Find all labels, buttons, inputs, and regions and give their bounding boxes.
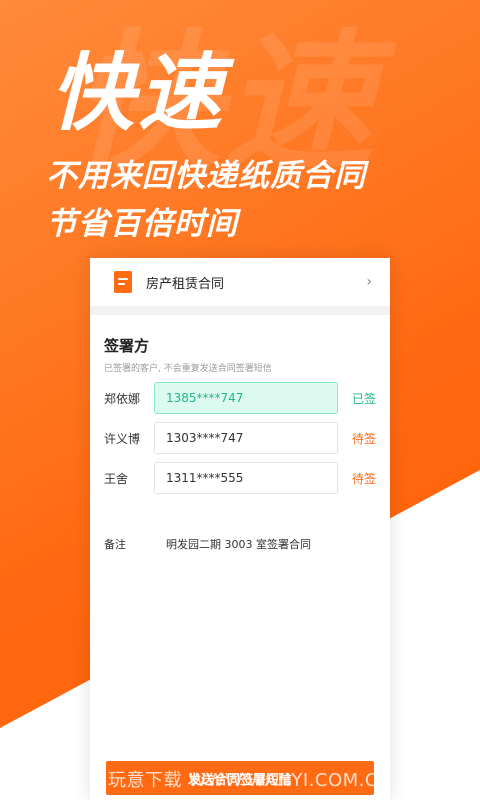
signer-phone-field[interactable]: 1303****747	[154, 422, 338, 454]
signer-row: 王舍 1311****555 待签	[104, 462, 376, 494]
document-icon	[114, 271, 132, 293]
signer-name: 王舍	[104, 471, 129, 486]
note-label: 备注	[104, 538, 126, 551]
hero-subtitle-line2: 节省百倍时间	[46, 206, 238, 242]
note-row: 备注 明发园二期 3003 室签署合同	[90, 536, 390, 552]
hero-subtitle-line1: 不用来回快递纸质合同	[46, 158, 366, 194]
signer-status-badge: 待签	[351, 471, 376, 486]
section-divider	[90, 306, 390, 315]
signer-status-badge: 待签	[351, 431, 376, 446]
note-value: 明发园二期 3003 室签署合同	[166, 538, 311, 551]
contract-card: 房产租赁合同 › 签署方 已签署的客户, 不会重复发送合同签署短信 郑依娜 13…	[90, 258, 390, 800]
signers-section-title: 签署方	[104, 337, 150, 355]
chevron-right-icon: ›	[366, 274, 372, 290]
signer-name: 许义博	[104, 431, 141, 446]
signer-row: 许义博 1303****747 待签	[104, 422, 376, 454]
signer-phone-field[interactable]: 1311****555	[154, 462, 338, 494]
signers-section: 签署方 已签署的客户, 不会重复发送合同签署短信 郑依娜 1385****747…	[90, 315, 390, 494]
signers-section-hint: 已签署的客户, 不会重复发送合同签署短信	[104, 364, 272, 374]
contract-title: 房产租赁合同	[146, 276, 225, 292]
site-watermark: 玩意下载 WWW.WANYI.COM.CN	[108, 770, 392, 791]
hero-title: 快速	[50, 44, 227, 142]
signer-name: 郑依娜	[104, 391, 141, 406]
signer-phone-field[interactable]: 1385****747	[154, 382, 338, 414]
contract-document-row[interactable]: 房产租赁合同 ›	[90, 258, 390, 306]
signer-status-badge: 已签	[351, 391, 376, 406]
signer-row: 郑依娜 1385****747 已签	[104, 382, 376, 414]
